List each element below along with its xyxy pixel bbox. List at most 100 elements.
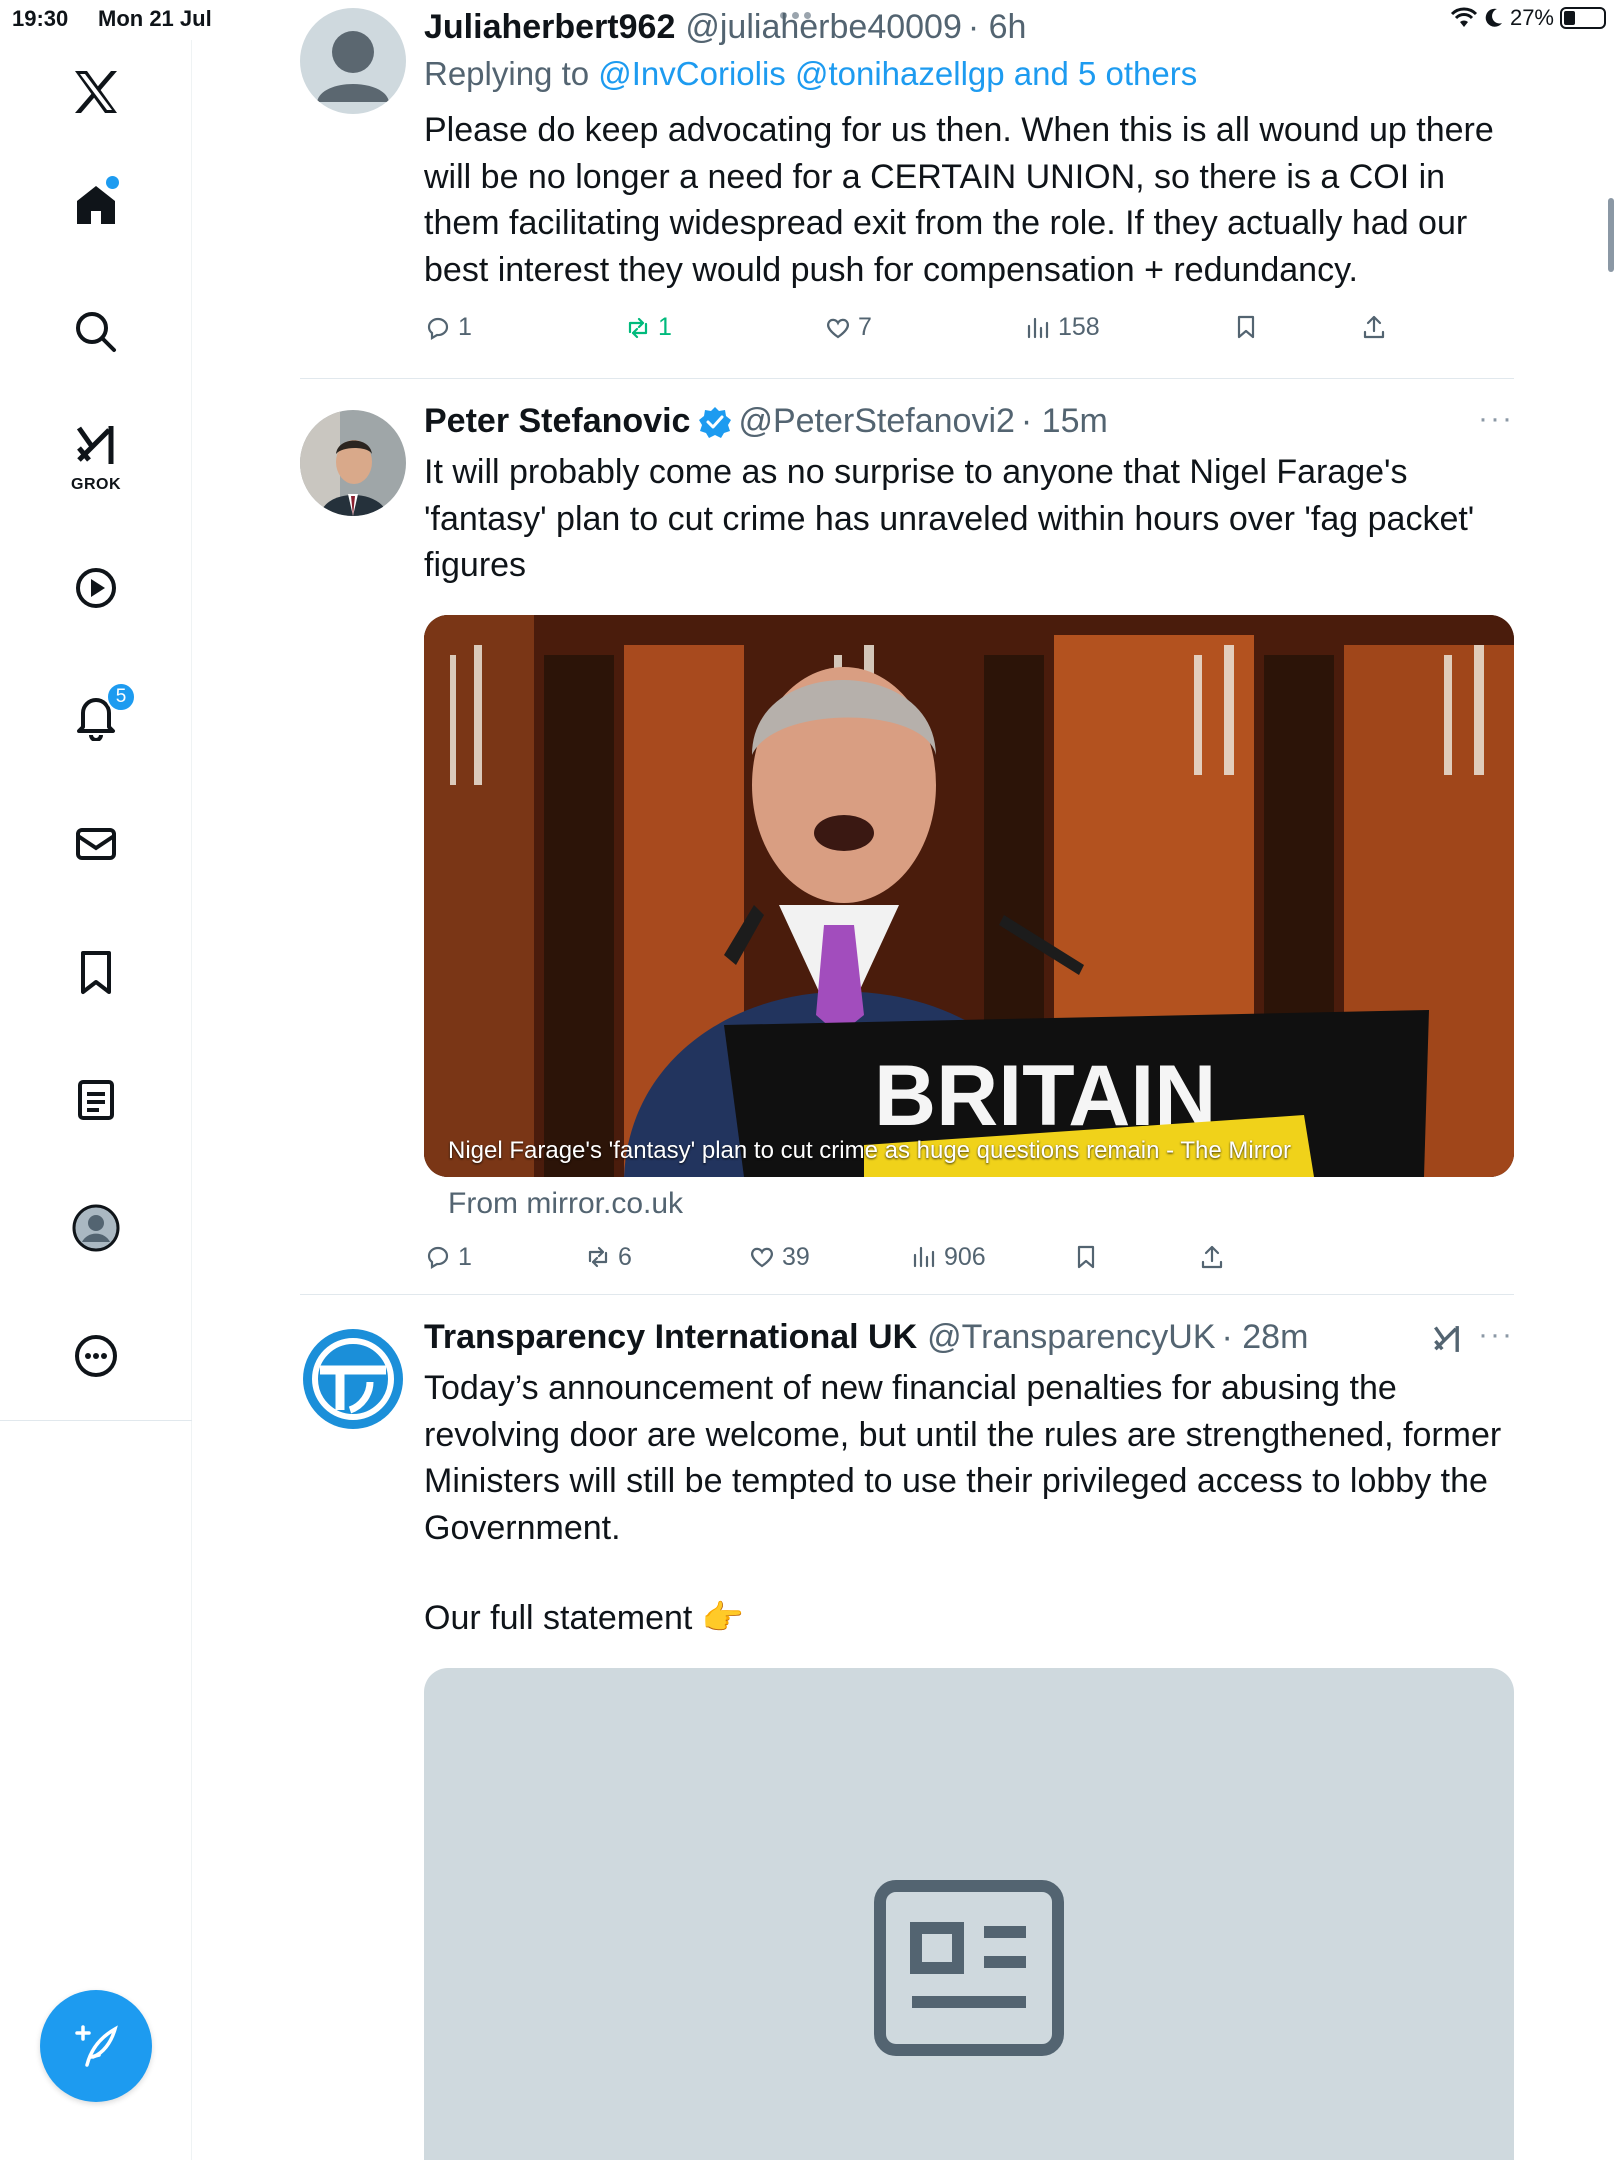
tweet-text: Please do keep advocating for us then. W… [424,111,1494,289]
tweet-text-statement: Our full statement 👉 [424,1599,745,1637]
sidebar-item-more[interactable] [0,1316,192,1396]
bookmark-button[interactable] [1232,313,1260,341]
tweet-separator [300,378,1514,379]
link-card-caption: Nigel Farage's 'fantasy' plan to cut cri… [448,1136,1292,1164]
grok-label: GROK [71,476,121,493]
replying-prefix: Replying to [424,55,599,92]
tweet[interactable]: Transparency International UK @Transpare… [300,1318,1514,2160]
view-count: 906 [944,1242,986,1271]
replying-to-link[interactable]: @InvCoriolis @tonihazellgp and 5 others [598,55,1197,92]
tweet-time[interactable]: · 15m [1021,402,1108,441]
sidebar-item-profile[interactable] [0,1188,192,1268]
like-button[interactable]: 39 [748,1243,810,1272]
reply-icon [427,1246,449,1269]
reply-button[interactable]: 1 [424,1243,472,1272]
sidebar-item-articles[interactable] [0,1060,192,1140]
link-card[interactable]: BRITAIN Nigel Farage's 'fantasy' plan to… [424,614,1514,1177]
notifications-badge: 5 [106,682,136,712]
author-name[interactable]: Transparency International UK [424,1318,917,1357]
sidebar-item-messages[interactable] [0,804,192,884]
more-options-icon[interactable]: ··· [1478,1318,1514,1352]
sidebar-item-grok[interactable]: GROK [0,420,192,520]
share-icon [1363,315,1385,339]
repost-count: 6 [618,1242,632,1271]
sidebar-item-search[interactable] [0,292,192,372]
views-icon [1027,317,1049,338]
repost-button[interactable]: 1 [624,313,672,342]
tweet-actions: 1 6 39 906 [424,1243,1514,1283]
link-card[interactable] [424,1667,1514,2160]
notification-dot [106,176,119,189]
verified-badge-icon [699,406,732,438]
repost-count: 1 [658,313,672,341]
timeline: Juliaherbert962 @juliaherbe40009 · 6h Re… [192,0,1620,2160]
share-button[interactable] [1360,313,1388,341]
author-handle[interactable]: @PeterStefanovi2 [738,402,1014,441]
scrollbar[interactable] [1608,198,1614,272]
profile-avatar-icon [72,1204,120,1252]
grok-icon[interactable] [1430,1322,1464,1356]
tweet-time[interactable]: · 28m [1222,1318,1309,1357]
sidebar: GROK 5 [0,40,192,2160]
repost-icon [628,317,648,338]
link-card-placeholder[interactable] [424,1667,1514,2160]
link-card-source[interactable]: From mirror.co.uk [448,1187,1514,1221]
more-options-icon[interactable]: ··· [1478,402,1514,436]
reply-button[interactable]: 1 [424,313,472,342]
author-handle[interactable]: @TransparencyUK [927,1318,1215,1357]
bookmark-icon [1237,315,1255,339]
views-icon [913,1246,935,1268]
reply-count: 1 [458,313,472,341]
view-count: 158 [1058,313,1100,341]
sidebar-item-video[interactable] [0,548,192,628]
replying-to: Replying to @InvCoriolis @tonihazellgp a… [424,55,1514,93]
link-card-image[interactable]: BRITAIN Nigel Farage's 'fantasy' plan to… [424,614,1514,1177]
avatar[interactable] [300,1326,406,1432]
bookmark-button[interactable] [1072,1243,1100,1271]
avatar[interactable] [300,410,406,516]
more-circle-icon [75,1335,117,1377]
reply-icon [427,317,449,340]
x-logo-icon[interactable] [0,52,192,132]
avatar[interactable] [300,8,406,114]
like-count: 39 [782,1242,810,1271]
tweet-header: Transparency International UK @Transpare… [424,1318,1514,1357]
bookmark-icon [81,951,111,994]
heart-icon [827,318,849,338]
tweet-time[interactable]: · 6h [968,8,1027,47]
article-icon [78,1080,114,1120]
like-count: 7 [858,313,872,341]
sidebar-item-notifications[interactable]: 5 [0,676,192,756]
tweet-text: It will probably come as no surprise to … [424,453,1475,584]
author-handle[interactable]: @juliaherbe40009 [685,8,962,47]
article-placeholder-icon [874,1879,1064,2056]
share-button[interactable] [1198,1243,1226,1271]
like-button[interactable]: 7 [824,313,872,342]
mail-icon [76,828,116,860]
author-name[interactable]: Peter Stefanovic [424,402,690,441]
sidebar-item-home[interactable] [0,164,192,244]
compose-button[interactable] [40,1990,152,2102]
search-icon [76,312,116,352]
repost-icon [588,1246,608,1268]
tweet-header: Peter Stefanovic @PeterStefanovi2 · 15m [424,402,1514,441]
views-button[interactable]: 906 [910,1243,986,1272]
author-name[interactable]: Juliaherbert962 [424,8,675,47]
tweet[interactable]: Juliaherbert962 @juliaherbe40009 · 6h Re… [300,8,1514,348]
tweet-separator [300,1294,1514,1295]
play-icon [76,568,116,608]
status-time: 19:30 [12,6,69,31]
bookmark-icon [1077,1245,1095,1268]
reply-count: 1 [458,1242,472,1271]
share-icon [1201,1245,1223,1268]
tweet-header: Juliaherbert962 @juliaherbe40009 · 6h [424,8,1514,47]
compose-icon [75,2025,118,2067]
views-button[interactable]: 158 [1024,313,1100,342]
tweet-actions: 1 1 7 158 [424,313,1514,353]
repost-button[interactable]: 6 [584,1243,632,1272]
tweet-text: Today’s announcement of new financial pe… [424,1369,1502,1547]
tweet[interactable]: Peter Stefanovic @PeterStefanovi2 · 15m … [300,402,1514,1282]
grok-icon [76,426,114,464]
heart-icon [751,1247,773,1268]
sidebar-item-bookmarks[interactable] [0,932,192,1012]
